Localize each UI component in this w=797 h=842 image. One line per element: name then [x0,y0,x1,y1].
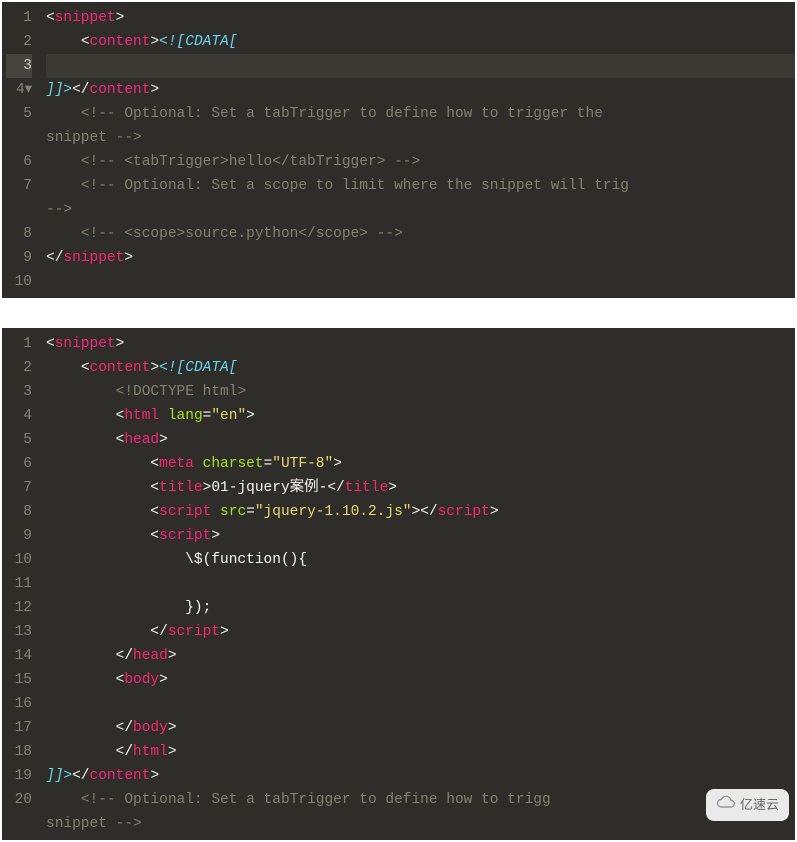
code-line[interactable]: </html> [46,740,795,764]
code-line[interactable]: \$(function(){ [46,548,795,572]
line-number: 4 [6,404,32,428]
line-number: 1 [6,332,32,356]
line-number: 5 [6,102,32,126]
code-line[interactable]: <snippet> [46,6,795,30]
line-number: 10 [6,548,32,572]
cloud-icon [716,793,736,817]
watermark: 亿速云 [706,789,789,821]
code-line[interactable]: <!-- Optional: Set a scope to limit wher… [46,174,795,198]
line-number: 10 [6,270,32,294]
code-line[interactable]: </head> [46,644,795,668]
line-number: 20 [6,788,32,812]
code-line[interactable] [46,572,795,596]
watermark-text: 亿速云 [740,793,779,817]
line-number: 9 [6,524,32,548]
line-number: 8 [6,222,32,246]
line-number: 3 [6,380,32,404]
line-number: 7 [6,174,32,198]
code-line[interactable]: <head> [46,428,795,452]
line-number: 1 [6,6,32,30]
code-editor-2[interactable]: 1234567891011121314151617181920 <snippet… [2,328,795,840]
code-line[interactable]: --> [46,198,795,222]
code-line[interactable] [46,692,795,716]
line-number: 16 [6,692,32,716]
line-number: 7 [6,476,32,500]
code-line[interactable]: <content><![CDATA[ [46,30,795,54]
line-number: 15 [6,668,32,692]
gutter-1: 1234▾5 67 8910 [2,2,38,298]
line-number: 12 [6,596,32,620]
code-area-1[interactable]: <snippet> <content><![CDATA[ ]]></conten… [38,2,795,298]
line-number: 6 [6,452,32,476]
line-number: 19 [6,764,32,788]
line-number: 14 [6,644,32,668]
code-line[interactable]: <!-- <scope>source.python</scope> --> [46,222,795,246]
line-number: 17 [6,716,32,740]
line-number: 8 [6,500,32,524]
code-line[interactable]: </script> [46,620,795,644]
line-number [6,812,32,836]
line-number: 13 [6,620,32,644]
code-line[interactable]: </body> [46,716,795,740]
line-number [6,126,32,150]
code-line[interactable]: ]]></content> [46,78,795,102]
line-number: 9 [6,246,32,270]
code-area-2[interactable]: <snippet> <content><![CDATA[ <!DOCTYPE h… [38,328,795,840]
line-number: 6 [6,150,32,174]
line-number: 18 [6,740,32,764]
code-line[interactable] [46,54,795,78]
code-line[interactable]: <body> [46,668,795,692]
code-line[interactable]: <content><![CDATA[ [46,356,795,380]
code-line[interactable]: <!-- Optional: Set a tabTrigger to defin… [46,788,795,812]
code-line[interactable]: <script> [46,524,795,548]
code-line[interactable]: <script src="jquery-1.10.2.js"></script> [46,500,795,524]
line-number: 11 [6,572,32,596]
code-line[interactable]: ]]></content> [46,764,795,788]
line-number: 2 [6,356,32,380]
code-line[interactable]: <title>01-jquery案例-</title> [46,476,795,500]
line-number: 5 [6,428,32,452]
code-line[interactable]: <!-- <tabTrigger>hello</tabTrigger> --> [46,150,795,174]
code-line[interactable]: snippet --> [46,812,795,836]
code-line[interactable]: }); [46,596,795,620]
code-line[interactable]: <!-- Optional: Set a tabTrigger to defin… [46,102,795,126]
code-line[interactable]: <snippet> [46,332,795,356]
code-line[interactable]: <meta charset="UTF-8"> [46,452,795,476]
line-number: 2 [6,30,32,54]
code-line[interactable]: <html lang="en"> [46,404,795,428]
code-editor-1[interactable]: 1234▾5 67 8910 <snippet> <content><![CDATA… [2,2,795,298]
code-line[interactable]: <!DOCTYPE html> [46,380,795,404]
code-line[interactable]: </snippet> [46,246,795,270]
line-number: 3 [6,54,32,78]
line-number [6,198,32,222]
line-number: 4▾ [6,78,32,102]
code-line[interactable] [46,270,795,294]
gutter-2: 1234567891011121314151617181920 [2,328,38,840]
code-line[interactable]: snippet --> [46,126,795,150]
